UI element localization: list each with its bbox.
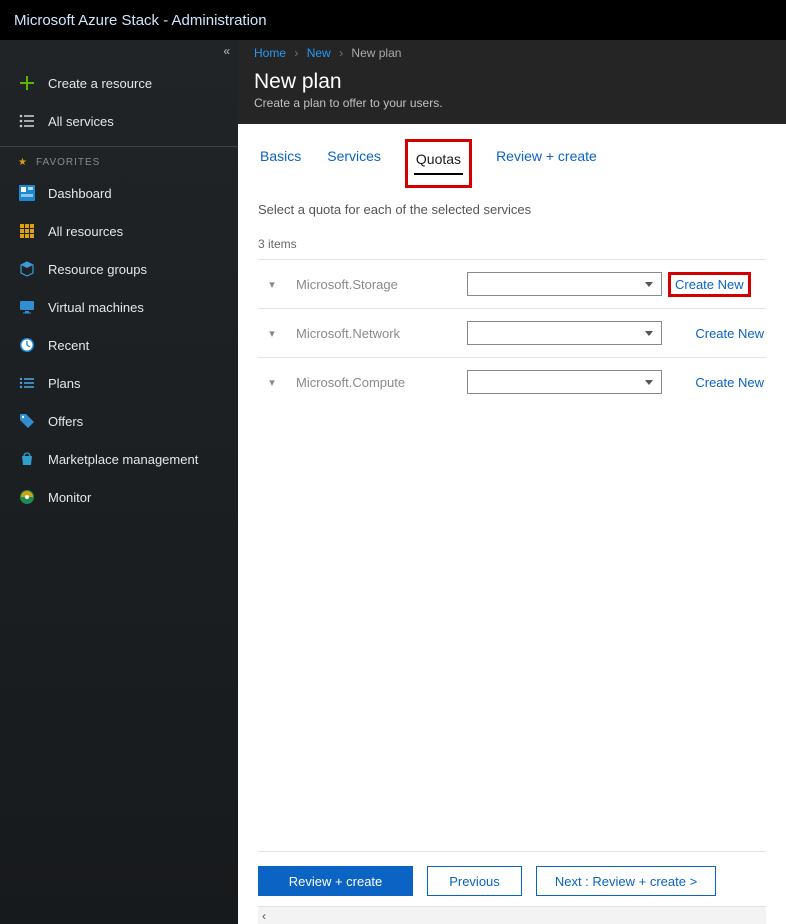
breadcrumb-home[interactable]: Home — [254, 46, 286, 60]
chevron-right-icon: › — [294, 46, 298, 60]
highlight-quotas-tab: Quotas — [405, 139, 472, 188]
quota-select-network[interactable] — [467, 321, 662, 345]
sidebar-item-virtual-machines[interactable]: Virtual machines — [0, 288, 238, 326]
create-resource-button[interactable]: Create a resource — [0, 64, 238, 102]
breadcrumb: Home › New › New plan — [238, 40, 786, 66]
service-name: Microsoft.Storage — [296, 277, 455, 292]
create-new-link-compute[interactable]: Create New — [674, 375, 764, 390]
top-bar: Microsoft Azure Stack - Administration — [0, 0, 786, 40]
quota-row-storage: ▾ Microsoft.Storage Create New — [258, 259, 766, 308]
star-icon: ★ — [18, 157, 28, 168]
sidebar-item-recent[interactable]: Recent — [0, 326, 238, 364]
sidebar-item-dashboard[interactable]: Dashboard — [0, 174, 238, 212]
monitor-icon — [18, 298, 36, 316]
dashboard-icon — [18, 184, 36, 202]
tab-services[interactable]: Services — [325, 142, 383, 188]
chevron-right-icon: › — [339, 46, 343, 60]
shopping-bag-icon — [18, 450, 36, 468]
tab-strip: Basics Services Quotas Review + create — [258, 142, 766, 188]
sidebar-item-label: Recent — [48, 338, 89, 353]
breadcrumb-new[interactable]: New — [307, 46, 331, 60]
clock-icon — [18, 336, 36, 354]
sidebar-item-all-resources[interactable]: All resources — [0, 212, 238, 250]
list-icon — [18, 112, 36, 130]
app-title: Microsoft Azure Stack - Administration — [14, 12, 267, 29]
sidebar-item-offers[interactable]: Offers — [0, 402, 238, 440]
chevron-down-icon[interactable]: ▾ — [260, 327, 284, 340]
items-count: 3 items — [258, 237, 766, 251]
wizard-footer: Review + create Previous Next : Review +… — [258, 851, 766, 906]
all-services-button[interactable]: All services — [0, 102, 238, 140]
content-area: Basics Services Quotas Review + create S… — [238, 124, 786, 924]
sidebar-item-label: All resources — [48, 224, 123, 239]
sidebar: « Create a resource All services ★ FAVOR… — [0, 40, 238, 924]
service-name: Microsoft.Network — [296, 326, 455, 341]
scroll-left-icon[interactable]: ‹ — [262, 909, 266, 923]
tab-review-create[interactable]: Review + create — [494, 142, 599, 188]
page-title: New plan — [254, 70, 770, 94]
previous-button[interactable]: Previous — [427, 866, 522, 896]
tag-icon — [18, 412, 36, 430]
service-name: Microsoft.Compute — [296, 375, 455, 390]
sidebar-item-label: Monitor — [48, 490, 91, 505]
sidebar-item-resource-groups[interactable]: Resource groups — [0, 250, 238, 288]
cube-icon — [18, 260, 36, 278]
tab-basics[interactable]: Basics — [258, 142, 303, 188]
sidebar-item-plans[interactable]: Plans — [0, 364, 238, 402]
sidebar-item-label: Marketplace management — [48, 452, 198, 467]
breadcrumb-current: New plan — [351, 46, 401, 60]
instruction-text: Select a quota for each of the selected … — [258, 202, 766, 217]
page-header: New plan Create a plan to offer to your … — [238, 66, 786, 124]
sidebar-item-label: Dashboard — [48, 186, 112, 201]
horizontal-scrollbar[interactable]: ‹ — [258, 906, 766, 924]
all-services-label: All services — [48, 114, 114, 129]
sidebar-item-label: Offers — [48, 414, 83, 429]
create-new-link-storage[interactable]: Create New — [675, 277, 744, 292]
grid-icon — [18, 222, 36, 240]
plus-icon — [18, 74, 36, 92]
create-resource-label: Create a resource — [48, 76, 152, 91]
gauge-icon — [18, 488, 36, 506]
highlight-create-new: Create New — [674, 277, 764, 292]
tab-quotas[interactable]: Quotas — [414, 145, 463, 175]
sidebar-item-label: Virtual machines — [48, 300, 144, 315]
chevron-down-icon[interactable]: ▾ — [260, 278, 284, 291]
review-create-button[interactable]: Review + create — [258, 866, 413, 896]
chevron-down-icon[interactable]: ▾ — [260, 376, 284, 389]
quota-row-compute: ▾ Microsoft.Compute Create New — [258, 357, 766, 406]
quota-select-storage[interactable] — [467, 272, 662, 296]
favorites-heading: ★ FAVORITES — [0, 149, 238, 174]
page-subtitle: Create a plan to offer to your users. — [254, 96, 770, 110]
sidebar-item-monitor[interactable]: Monitor — [0, 478, 238, 516]
quota-row-network: ▾ Microsoft.Network Create New — [258, 308, 766, 357]
sidebar-item-label: Plans — [48, 376, 81, 391]
collapse-sidebar-icon[interactable]: « — [223, 44, 230, 58]
sidebar-item-label: Resource groups — [48, 262, 147, 277]
sidebar-item-marketplace[interactable]: Marketplace management — [0, 440, 238, 478]
divider — [0, 146, 238, 147]
next-button[interactable]: Next : Review + create > — [536, 866, 716, 896]
plans-icon — [18, 374, 36, 392]
main-panel: Home › New › New plan New plan Create a … — [238, 40, 786, 924]
quota-select-compute[interactable] — [467, 370, 662, 394]
create-new-link-network[interactable]: Create New — [674, 326, 764, 341]
